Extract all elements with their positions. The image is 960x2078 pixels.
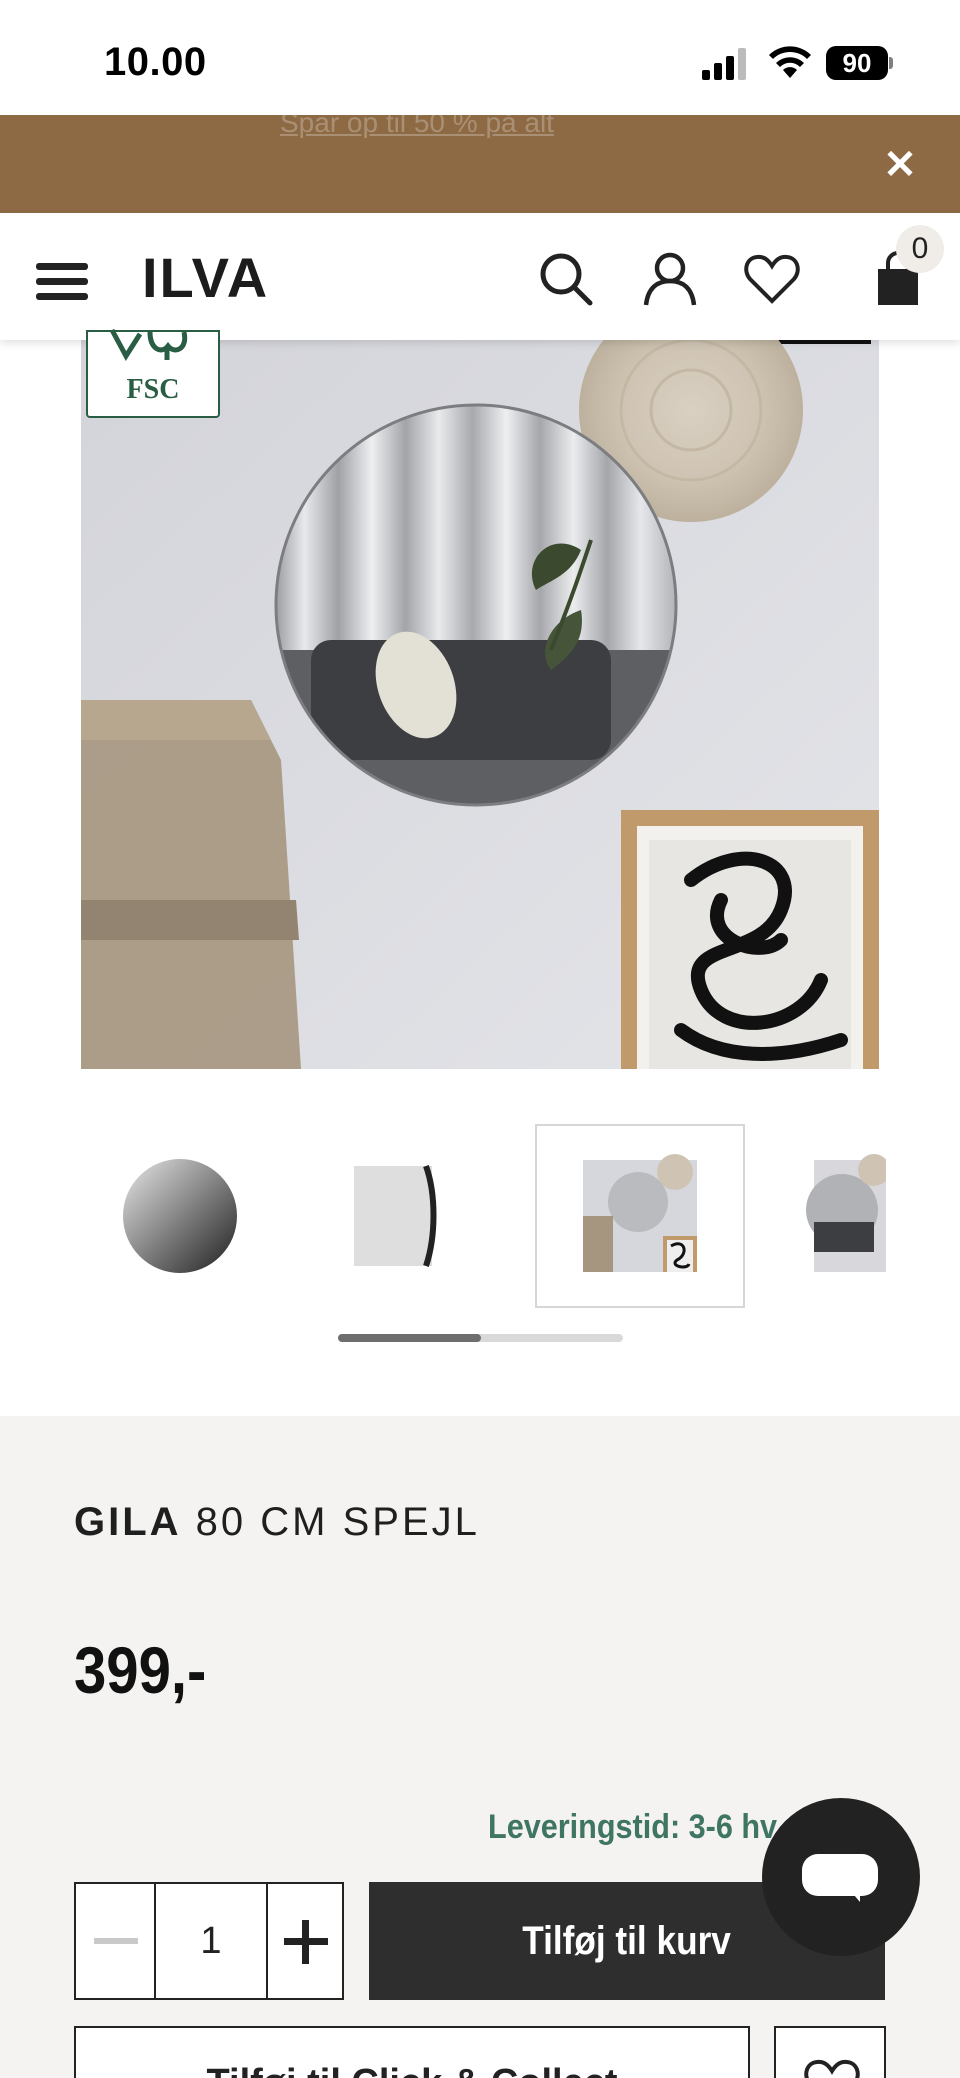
cart-count-badge: 0 [896,225,944,273]
status-time: 10.00 [104,40,207,84]
click-collect-button[interactable]: Tilføj til Click & Collect [74,2026,750,2078]
tree-logo-icon [109,328,188,361]
fsc-label: FSC [126,374,180,405]
menu-icon[interactable] [36,259,88,303]
product-info-panel: GILA 80 CM SPEJL 399,- Leveringstid: 3-6… [0,1416,960,2078]
product-name: 80 CM SPEJL [195,1500,480,1544]
thumbnail-item[interactable] [75,1124,285,1308]
search-icon[interactable] [536,249,596,309]
site-logo[interactable]: ILVA [142,243,269,313]
thumbnail-item[interactable] [782,1124,886,1308]
chat-bubble-tail [848,1888,860,1902]
increase-quantity-button[interactable] [266,1884,342,1998]
product-page: 10.00 90 Spar op til 50 % på alt ✕ ILVA [0,0,960,2078]
gallery-scrollbar-thumb[interactable] [338,1334,481,1342]
product-main-image[interactable] [81,340,879,1069]
status-bar: 10.00 90 [0,0,960,115]
wifi-icon [769,46,811,78]
signal-icon [702,48,746,80]
thumbnail-item-selected[interactable] [535,1124,745,1308]
chat-bubble-icon [802,1854,878,1896]
battery-level: 90 [826,46,888,80]
wall-scene-thumbnail [583,1154,697,1272]
quantity-input[interactable]: 1 [156,1884,266,1998]
promo-text[interactable]: Spar op til 50 % på alt [280,103,660,143]
quantity-stepper: 1 [74,1882,344,2000]
battery-tip [889,57,893,69]
wishlist-button[interactable] [774,2026,886,2078]
product-price: 399,- [74,1633,207,1707]
living-room-thumbnail [806,1154,886,1272]
heart-icon [804,2059,860,2078]
round-mirror-thumbnail [123,1159,237,1273]
battery-indicator: 90 [826,46,894,82]
mirror-scene-illustration [81,340,879,1069]
product-title: GILA 80 CM SPEJL [74,1500,480,1545]
user-icon[interactable] [640,249,700,309]
product-brand: GILA [74,1500,182,1544]
close-icon[interactable]: ✕ [880,145,920,185]
gallery-scrollbar[interactable] [338,1334,623,1342]
thumbnail-item[interactable] [288,1124,498,1308]
thumbnail-strip [0,1100,960,1320]
site-header: ILVA 0 [0,213,960,340]
add-to-cart-label: Tilføj til kurv [522,1919,732,1963]
decrease-quantity-button[interactable] [76,1884,156,1998]
fsc-badge: FSC [86,328,220,418]
heart-icon[interactable] [742,249,802,309]
promo-banner[interactable]: Spar op til 50 % på alt ✕ [0,107,960,213]
side-view-thumbnail [354,1164,437,1267]
chat-button[interactable] [762,1798,920,1956]
delivery-time: Leveringstid: 3-6 hv [488,1808,778,1846]
